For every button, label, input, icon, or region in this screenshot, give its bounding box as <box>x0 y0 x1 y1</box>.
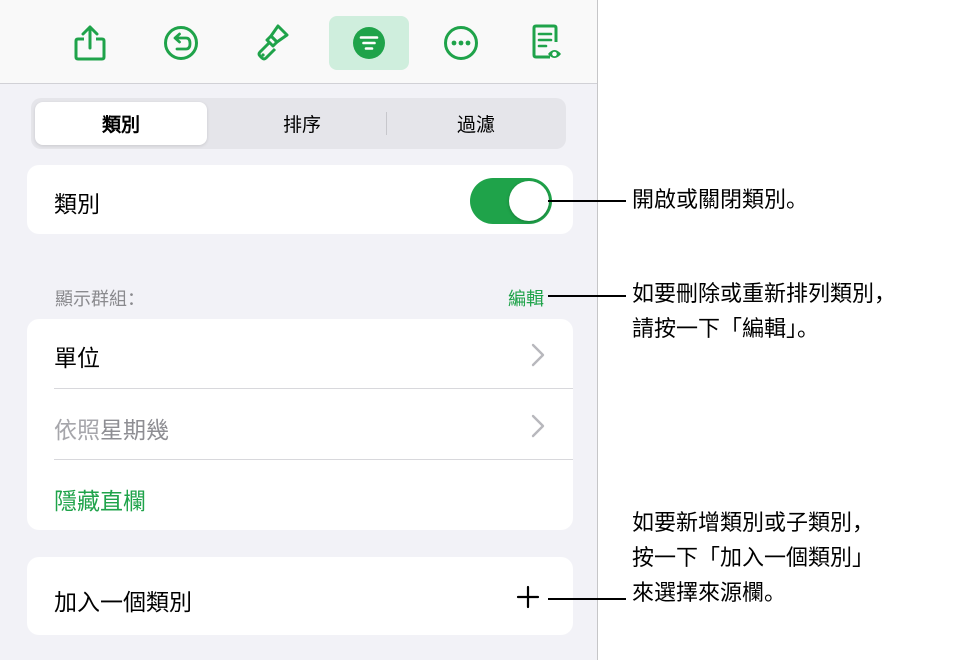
row-divider <box>54 388 573 389</box>
share-icon <box>74 25 106 61</box>
callout-line-toggle <box>548 200 626 202</box>
organize-panel: 類別 排序 過濾 類別 顯示群組： 編輯 單位 依照星期幾 隱藏直欄 加入一個類… <box>0 0 598 660</box>
more-button[interactable] <box>421 16 501 70</box>
callout-line-edit <box>548 295 626 297</box>
organize-icon <box>353 27 385 59</box>
categories-toggle[interactable] <box>470 178 552 224</box>
callout-add-line2: 按一下「加入一個類別」 <box>632 546 875 571</box>
callout-toggle-text: 開啟或關閉類別。 <box>632 188 809 213</box>
undo-button[interactable] <box>141 16 221 70</box>
callout-edit-line2: 請按一下「編輯」。 <box>632 317 820 342</box>
row-divider <box>54 459 573 460</box>
more-icon <box>444 26 478 60</box>
plus-icon[interactable] <box>516 585 540 609</box>
reading-view-button[interactable] <box>508 16 588 70</box>
add-category-label: 加入一個類別 <box>54 590 192 616</box>
groups-list: 單位 依照星期幾 隱藏直欄 <box>27 319 573 530</box>
segmented-control: 類別 排序 過濾 <box>31 98 566 149</box>
tab-filter[interactable]: 過濾 <box>390 102 562 145</box>
toolbar <box>0 0 597 84</box>
show-groups-header: 顯示群組： <box>55 289 145 310</box>
share-button[interactable] <box>50 16 130 70</box>
format-brush-icon <box>257 24 289 61</box>
group-by-prefix: 依照 <box>54 418 100 444</box>
callout-line-add <box>548 598 626 600</box>
callout-add-line1: 如要新增類別或子類別， <box>632 511 875 536</box>
edit-button[interactable]: 編輯 <box>508 285 544 311</box>
toggle-knob <box>509 181 549 221</box>
tab-sort[interactable]: 排序 <box>216 102 388 145</box>
callout-edit-line1: 如要刪除或重新排列類別， <box>632 282 897 307</box>
add-category-row[interactable]: 加入一個類別 <box>27 557 573 635</box>
tab-categories[interactable]: 類別 <box>35 102 207 145</box>
categories-toggle-row: 類別 <box>27 165 573 234</box>
hide-columns-button[interactable]: 隱藏直欄 <box>54 482 146 516</box>
organize-button[interactable] <box>329 16 409 70</box>
chevron-right-icon <box>531 343 545 367</box>
chevron-right-icon <box>531 414 545 438</box>
group-by-value: 星期幾 <box>100 418 169 444</box>
reading-view-icon <box>532 24 561 59</box>
callout-add: 如要新增類別或子類別， 按一下「加入一個類別」 來選擇來源欄。 <box>632 506 874 611</box>
group-unit-label[interactable]: 單位 <box>54 339 100 373</box>
categories-label: 類別 <box>54 192 100 218</box>
callout-add-line3: 來選擇來源欄。 <box>632 581 787 606</box>
callout-toggle: 開啟或關閉類別。 <box>632 183 808 218</box>
callout-edit: 如要刪除或重新排列類別， 請按一下「編輯」。 <box>632 277 896 347</box>
undo-icon <box>164 26 198 60</box>
format-button[interactable] <box>234 16 314 70</box>
group-by-day-row[interactable]: 依照星期幾 <box>54 411 169 445</box>
